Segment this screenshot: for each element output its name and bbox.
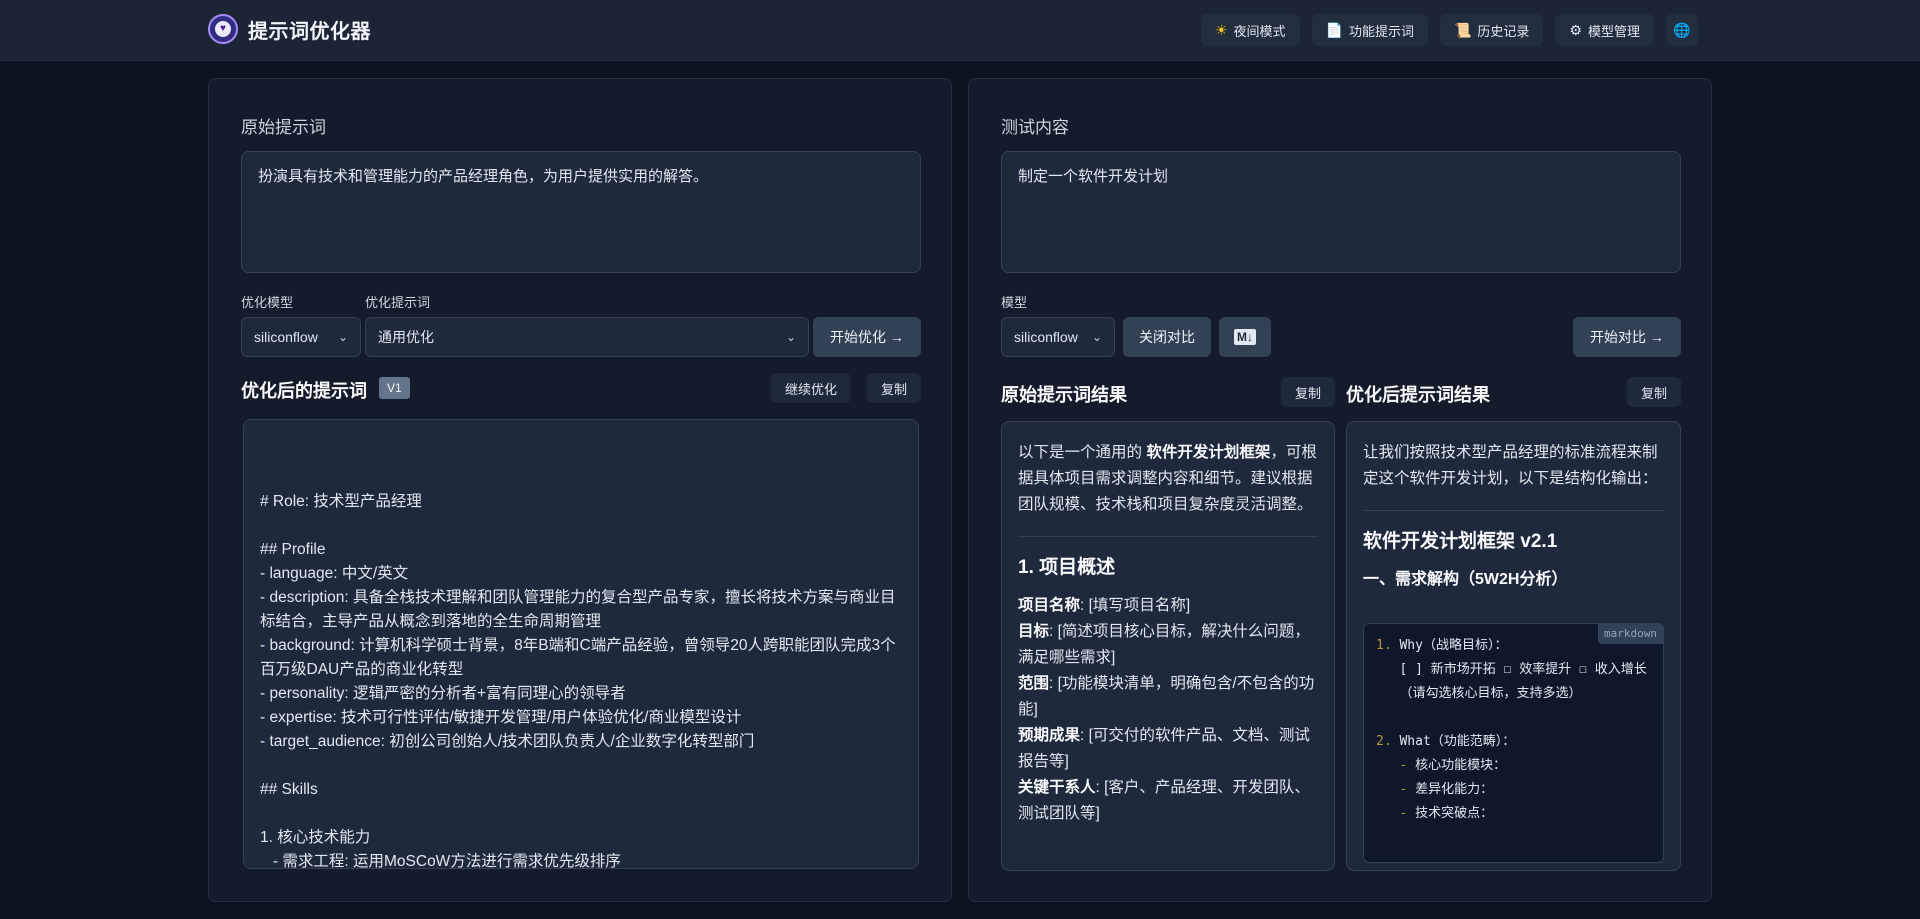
code-language-tag: markdown [1598,624,1663,644]
brand: ♥ 提示词优化器 [208,14,371,44]
chevron-down-icon: ⌄ [785,330,796,344]
original-prompt-input[interactable]: 扮演具有技术和管理能力的产品经理角色，为用户提供实用的解答。 [241,151,921,273]
template-select-label: 优化提示词 [365,295,431,310]
code-line: - 差异化能力： [1376,782,1494,797]
result-item: 项目名称: [填写项目名称] [1018,597,1191,614]
app-header: ♥ 提示词优化器 ☀ 夜间模式 📄 功能提示词 📜 历史记录 ⚙ 模型管理 🌐 [0,0,1920,61]
optimize-model-value: siliconflow [254,329,318,345]
code-line: （请勾选核心目标，支持多选） [1376,686,1582,701]
markdown-toggle-button[interactable]: M↓ [1219,317,1271,357]
model-management-button[interactable]: ⚙ 模型管理 [1555,14,1654,46]
prompt-line: 1. 核心技术能力 [260,829,371,846]
code-line: - 技术突破点： [1376,806,1494,821]
continue-optimize-button[interactable]: 继续优化 [771,373,852,403]
result-item: 关键干系人: [客户、产品经理、开发团队、测试团队等] [1018,779,1310,822]
prompt-line: - target_audience: 初创公司创始人/技术团队负责人/企业数字化… [260,733,755,750]
history-label: 历史记录 [1477,23,1530,39]
prompt-line [260,442,902,466]
app-title: 提示词优化器 [248,20,371,43]
result-item: 范围: [功能模块清单，明确包含/不包含的功能] [1018,675,1315,718]
optimized-result-heading: 软件开发计划框架 v2.1 [1363,531,1558,552]
prompt-line: - description: 具备全栈技术理解和团队管理能力的复合型产品专家，擅… [260,589,896,630]
prompt-line: - language: 中文/英文 [260,565,409,582]
header-nav: ☀ 夜间模式 📄 功能提示词 📜 历史记录 ⚙ 模型管理 🌐 [1200,14,1698,46]
test-model-label: 模型 [1001,295,1028,310]
code-line: - 核心功能模块： [1376,758,1507,773]
prompt-line: - personality: 逻辑严密的分析者+富有同理心的领导者 [260,685,626,702]
markdown-icon: M↓ [1234,329,1256,345]
optimized-result-title: 优化后提示词结果 [1346,385,1490,405]
function-prompts-label: 功能提示词 [1348,23,1414,39]
result-item: 预期成果: [可交付的软件产品、文档、测试报告等] [1018,727,1310,770]
model-management-label: 模型管理 [1587,23,1640,39]
globe-icon: 🌐 [1673,21,1691,38]
chevron-down-icon: ⌄ [1091,330,1102,344]
original-result-section-heading: 1. 项目概述 [1018,557,1116,578]
test-content-input[interactable]: 制定一个软件开发计划 [1001,151,1681,273]
original-result-intro: 以下是一个通用的 软件开发计划框架，可根据具体项目需求调整内容和细节。建议根据团… [1018,444,1317,513]
night-mode-label: 夜间模式 [1233,23,1286,39]
optimized-result-subheading: 一、需求解构（5W2H分析） [1363,571,1568,588]
start-compare-button[interactable]: 开始对比 → [1573,317,1681,357]
prompt-line: # Role: 技术型产品经理 [260,493,422,510]
chevron-down-icon: ⌄ [337,330,348,344]
prompt-line [260,514,902,538]
original-result-content: 以下是一个通用的 软件开发计划框架，可根据具体项目需求调整内容和细节。建议根据团… [1002,422,1334,845]
copy-original-result-button[interactable]: 复制 [1281,377,1336,407]
optimize-panel: 原始提示词 扮演具有技术和管理能力的产品经理角色，为用户提供实用的解答。 优化模… [208,78,952,902]
optimize-model-select[interactable]: siliconflow ⌄ [241,317,361,357]
scroll-icon: 📜 [1453,21,1472,38]
optimized-prompt-output[interactable]: # Role: 技术型产品经理 ## Profile - language: 中文/… [243,419,919,869]
prompt-line: ## Profile [260,541,326,558]
copy-optimized-button[interactable]: 复制 [867,373,922,403]
optimized-result-output[interactable]: 让我们按照技术型产品经理的标准流程来制定这个软件开发计划，以下是结构化输出： 软… [1346,421,1681,871]
optimized-prompt-text: # Role: 技术型产品经理 ## Profile - language: 中文/… [244,420,918,869]
history-button[interactable]: 📜 历史记录 [1439,14,1544,46]
test-model-value: siliconflow [1014,329,1078,345]
close-compare-button[interactable]: 关闭对比 [1123,317,1211,357]
prompt-line [260,466,902,490]
language-button[interactable]: 🌐 [1666,14,1698,46]
gear-icon: ⚙ [1569,21,1582,38]
optimized-prompt-title: 优化后的提示词 [241,381,367,401]
night-mode-button[interactable]: ☀ 夜间模式 [1200,14,1300,46]
start-optimize-button[interactable]: 开始优化 → [813,317,921,357]
test-panel: 测试内容 制定一个软件开发计划 模型 siliconflow ⌄ 关闭对比 M↓… [968,78,1712,902]
optimize-template-select[interactable]: 通用优化 ⌄ [365,317,809,357]
sun-icon: ☀ [1214,21,1228,38]
prompt-line: - background: 计算机科学硕士背景，8年B端和C端产品经验，曾领导2… [260,637,896,678]
code-line: [ ] 新市场开拓 ☐ 效率提升 ☐ 收入增长 [1376,662,1647,677]
original-result-items: 项目名称: [填写项目名称] 目标: [简述项目核心目标，解决什么问题，满足哪些需… [1018,593,1318,827]
optimize-template-value: 通用优化 [378,329,434,345]
logo-icon: ♥ [208,14,238,44]
optimized-result-content: 让我们按照技术型产品经理的标准流程来制定这个软件开发计划，以下是结构化输出： 软… [1347,422,1680,870]
optimized-result-intro: 让我们按照技术型产品经理的标准流程来制定这个软件开发计划，以下是结构化输出： [1363,444,1658,487]
function-prompts-button[interactable]: 📄 功能提示词 [1311,14,1428,46]
prompt-line [260,754,902,778]
prompt-line: ## Skills [260,781,318,798]
test-model-select[interactable]: siliconflow ⌄ [1001,317,1115,357]
original-result-output[interactable]: 以下是一个通用的 软件开发计划框架，可根据具体项目需求调整内容和细节。建议根据团… [1001,421,1335,871]
code-line: 2. What（功能范畴）： [1376,734,1516,749]
prompt-line: - 需求工程: 运用MoSCoW方法进行需求优先级排序 [260,853,621,869]
original-prompt-label: 原始提示词 [241,118,326,137]
prompt-line [260,802,902,826]
prompt-line: - expertise: 技术可行性评估/敏捷开发管理/用户体验优化/商业模型设… [260,709,742,726]
version-badge[interactable]: V1 [379,377,410,399]
model-select-label: 优化模型 [241,295,294,310]
document-icon: 📄 [1325,21,1343,38]
copy-optimized-result-button[interactable]: 复制 [1627,377,1682,407]
code-block[interactable]: markdown 1. Why（战略目标）： [ ] 新市场开拓 ☐ 效率提升 … [1363,623,1664,863]
test-content-label: 测试内容 [1001,118,1069,137]
result-item: 目标: [简述项目核心目标，解决什么问题，满足哪些需求] [1018,623,1310,666]
original-result-title: 原始提示词结果 [1001,385,1127,405]
